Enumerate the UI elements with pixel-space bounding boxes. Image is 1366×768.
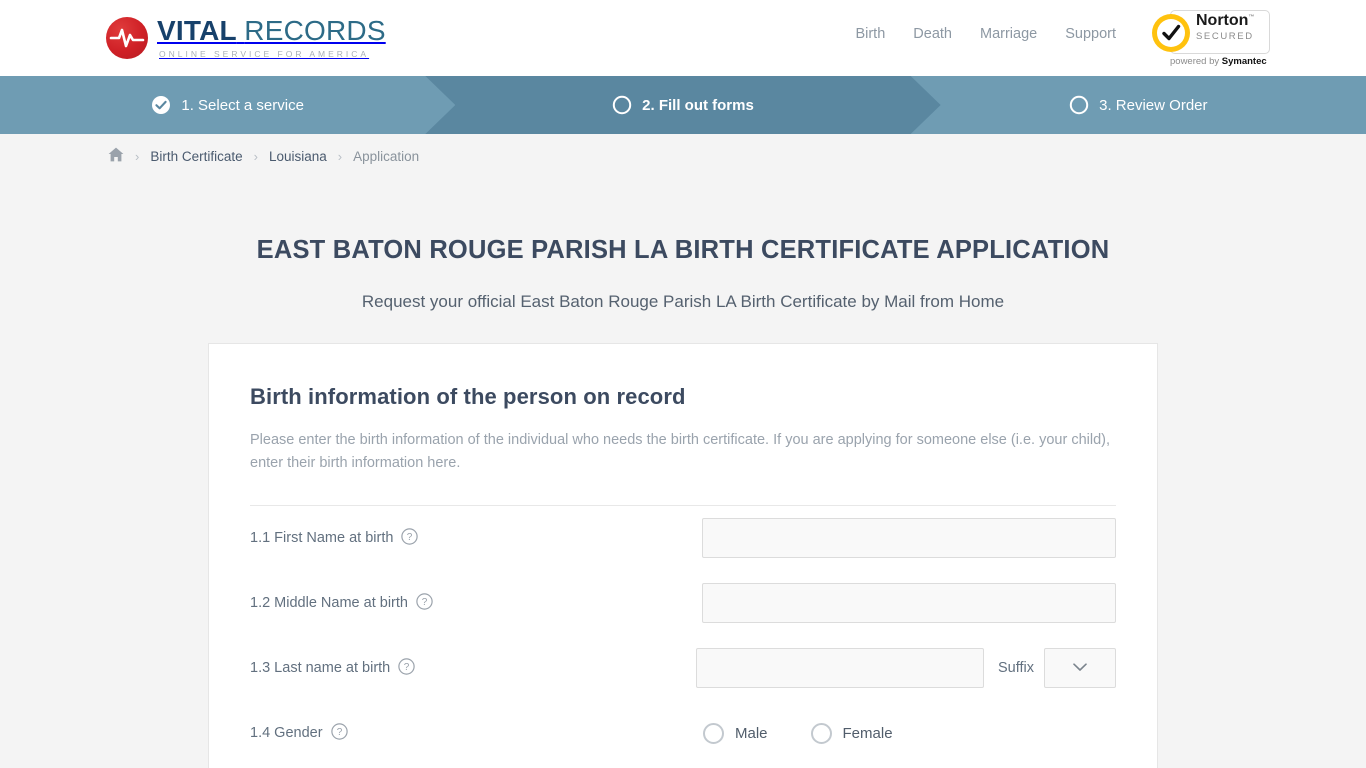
brand-tagline: ONLINE SERVICE FOR AMERICA bbox=[159, 49, 370, 60]
norton-secured-label: SECURED bbox=[1196, 31, 1254, 42]
radio-circle-icon[interactable] bbox=[810, 722, 832, 744]
heartbeat-pulse-icon bbox=[106, 17, 148, 59]
norton-name: Norton™ bbox=[1196, 12, 1255, 29]
site-header: VITAL RECORDS ONLINE SERVICE FOR AMERICA… bbox=[0, 0, 1366, 76]
middle-name-label: 1.2 Middle Name at birth bbox=[250, 595, 408, 612]
brand-word-records: RECORDS bbox=[244, 15, 386, 47]
gender-field-group: Male Female bbox=[703, 722, 1116, 744]
gender-option-female[interactable]: Female bbox=[810, 722, 893, 744]
middle-name-input[interactable] bbox=[702, 583, 1116, 624]
breadcrumb-item-louisiana[interactable]: Louisiana bbox=[269, 149, 327, 164]
step-2-label: 2. Fill out forms bbox=[642, 96, 754, 114]
question-circle-icon[interactable]: ? bbox=[401, 527, 419, 549]
question-circle-icon[interactable]: ? bbox=[416, 592, 433, 614]
step-2-fill-out-forms[interactable]: 2. Fill out forms bbox=[455, 76, 911, 134]
last-name-field-group: Suffix bbox=[695, 648, 1116, 689]
step-1-select-a-service[interactable]: 1. Select a service bbox=[0, 76, 455, 134]
first-name-label-group: 1.1 First Name at birth ? bbox=[250, 527, 702, 549]
form-section-heading: Birth information of the person on recor… bbox=[250, 383, 686, 409]
step-1-label: 1. Select a service bbox=[181, 96, 304, 114]
gender-label-group: 1.4 Gender ? bbox=[250, 722, 703, 744]
gender-option-male[interactable]: Male bbox=[703, 722, 768, 744]
last-name-input[interactable] bbox=[695, 648, 984, 689]
brand-text: VITAL RECORDS ONLINE SERVICE FOR AMERICA bbox=[157, 17, 386, 59]
form-row-last-name: 1.3 Last name at birth ? Suffix bbox=[250, 636, 1116, 701]
breadcrumb-separator: › bbox=[253, 148, 258, 164]
norton-text-block: Norton™ SECURED bbox=[1196, 13, 1254, 42]
nav-item-birth[interactable]: Birth bbox=[855, 26, 885, 42]
norton-trademark: ™ bbox=[1248, 14, 1255, 21]
breadcrumb-separator: › bbox=[337, 148, 343, 164]
step-3-label: 3. Review Order bbox=[1099, 96, 1208, 114]
home-icon[interactable] bbox=[108, 147, 124, 165]
middle-name-field-group bbox=[702, 583, 1116, 624]
circle-outline-icon bbox=[612, 95, 632, 115]
first-name-label: 1.1 First Name at birth bbox=[250, 530, 394, 547]
checkmark-icon bbox=[1157, 19, 1185, 47]
form-section-description: Please enter the birth information of th… bbox=[250, 431, 1110, 472]
question-circle-icon[interactable]: ? bbox=[330, 722, 348, 744]
breadcrumb-separator: › bbox=[135, 148, 140, 164]
last-name-label: 1.3 Last name at birth bbox=[250, 660, 391, 677]
page-title: EAST BATON ROUGE PARISH LA BIRTH CERTIFI… bbox=[256, 236, 1110, 264]
breadcrumb: › Birth Certificate › Louisiana › Applic… bbox=[0, 134, 1366, 178]
step-3-review-order[interactable]: 3. Review Order bbox=[911, 76, 1366, 134]
brand-word-vital: VITAL bbox=[157, 15, 237, 47]
form-row-first-name: 1.1 First Name at birth ? bbox=[250, 506, 1116, 571]
check-circle-filled-icon bbox=[151, 95, 171, 115]
main-navigation: Birth Death Marriage Support bbox=[855, 26, 1116, 42]
brand-title: VITAL RECORDS bbox=[157, 17, 386, 45]
breadcrumb-item-application: Application bbox=[353, 148, 420, 164]
gender-option-female-label: Female bbox=[842, 724, 893, 742]
progress-stepper: 1. Select a service 2. Fill out forms 3.… bbox=[0, 76, 1366, 134]
form-card: Birth information of the person on recor… bbox=[208, 342, 1158, 768]
norton-powered-by: powered by Symantec bbox=[1170, 56, 1267, 67]
norton-secured-badge[interactable]: Norton™ SECURED powered by Symantec bbox=[1150, 8, 1270, 70]
gender-label: 1.4 Gender bbox=[250, 725, 323, 742]
gender-option-male-label: Male bbox=[735, 724, 768, 742]
chevron-down-icon bbox=[1073, 659, 1087, 677]
svg-text:?: ? bbox=[422, 597, 428, 608]
norton-seal-icon bbox=[1152, 14, 1190, 52]
first-name-input[interactable] bbox=[702, 518, 1116, 559]
breadcrumb-item-birth-certificate[interactable]: Birth Certificate bbox=[150, 149, 242, 164]
suffix-label: Suffix bbox=[997, 660, 1034, 677]
first-name-field-group bbox=[702, 518, 1116, 559]
gender-radio-group: Male Female bbox=[703, 722, 922, 744]
nav-item-support[interactable]: Support bbox=[1065, 26, 1116, 42]
circle-outline-icon bbox=[1069, 95, 1089, 115]
radio-circle-icon[interactable] bbox=[703, 722, 724, 744]
middle-name-label-group: 1.2 Middle Name at birth ? bbox=[250, 592, 702, 614]
svg-text:?: ? bbox=[336, 727, 342, 738]
page-subtitle: Request your official East Baton Rouge P… bbox=[361, 291, 1005, 311]
nav-item-marriage[interactable]: Marriage bbox=[980, 26, 1037, 42]
symantec-brand: Symantec bbox=[1221, 56, 1267, 67]
suffix-select[interactable] bbox=[1044, 648, 1116, 689]
nav-item-death[interactable]: Death bbox=[913, 26, 952, 42]
question-circle-icon[interactable]: ? bbox=[398, 657, 415, 679]
brand-logo[interactable]: VITAL RECORDS ONLINE SERVICE FOR AMERICA bbox=[106, 17, 386, 59]
svg-text:?: ? bbox=[404, 662, 410, 673]
last-name-label-group: 1.3 Last name at birth ? bbox=[250, 657, 696, 679]
form-row-middle-name: 1.2 Middle Name at birth ? bbox=[250, 571, 1116, 636]
form-row-gender: 1.4 Gender ? Male Female bbox=[250, 701, 1116, 766]
svg-text:?: ? bbox=[407, 532, 413, 543]
